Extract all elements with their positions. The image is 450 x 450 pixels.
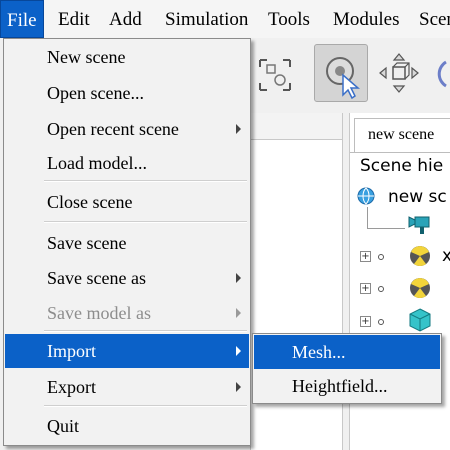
tab-divider: [350, 152, 450, 153]
submenu-arrow-icon: [236, 273, 241, 283]
visibility-dot[interactable]: [378, 286, 384, 292]
fit-view-button[interactable]: [248, 44, 302, 102]
submenu-item-heightfield[interactable]: Heightfield...: [254, 369, 440, 403]
visibility-dot[interactable]: [378, 254, 384, 260]
menu-simulation[interactable]: Simulation: [159, 0, 254, 38]
object-sphere-icon[interactable]: [408, 276, 432, 300]
menu-item-save-scene-as[interactable]: Save scene as: [5, 261, 249, 295]
menu-item-label: Load model...: [47, 153, 147, 173]
menu-item-label: New scene: [47, 47, 126, 67]
submenu-arrow-icon: [236, 308, 241, 318]
viewport-header: [250, 113, 342, 140]
camera-icon[interactable]: [407, 214, 431, 236]
submenu-item-mesh[interactable]: Mesh...: [254, 335, 440, 369]
tree-expander[interactable]: +: [360, 283, 371, 294]
tree-connector: [367, 228, 405, 229]
menu-item-label: Save scene: [47, 233, 127, 253]
menu-item-quit[interactable]: Quit: [5, 409, 249, 443]
rotate-object-icon: [437, 60, 447, 88]
submenu-arrow-icon: [236, 346, 241, 356]
select-button[interactable]: [314, 44, 368, 102]
menu-item-save-model-as: Save model as: [5, 296, 249, 330]
select-cursor-icon: [326, 57, 361, 100]
menu-item-new-scene[interactable]: New scene: [5, 40, 249, 74]
tree-expander[interactable]: +: [360, 251, 371, 262]
submenu-arrow-icon: [236, 124, 241, 134]
menu-item-label: Open recent scene: [47, 119, 179, 139]
tree-row-trailing: x: [442, 246, 450, 266]
submenu-item-label: Mesh...: [292, 342, 346, 362]
scene-hierarchy-label: Scene hie: [360, 156, 444, 176]
menu-item-open-scene[interactable]: Open scene...: [5, 76, 249, 110]
menu-separator: [44, 330, 247, 332]
tree-expander[interactable]: +: [360, 316, 371, 327]
tab-new-scene[interactable]: new scene: [354, 118, 450, 152]
menu-add[interactable]: Add: [103, 0, 148, 38]
menu-item-label: Close scene: [47, 192, 133, 212]
tree-root-label[interactable]: new sc: [388, 184, 447, 210]
tree-connector: [367, 207, 368, 229]
file-menu: New scene Open scene... Open recent scen…: [3, 38, 251, 446]
rotate-button[interactable]: [430, 44, 450, 102]
submenu-item-label: Heightfield...: [292, 376, 388, 396]
menu-item-label: Import: [47, 341, 96, 361]
menu-separator: [44, 405, 247, 407]
move-object-icon: [379, 53, 419, 93]
globe-icon: [357, 187, 375, 205]
object-cube-icon[interactable]: [408, 307, 432, 333]
object-sphere-icon[interactable]: [408, 244, 432, 268]
menu-edit[interactable]: Edit: [52, 0, 96, 38]
menu-item-label: Open scene...: [47, 83, 144, 103]
menu-scene[interactable]: Scen: [413, 0, 450, 38]
menu-item-open-recent-scene[interactable]: Open recent scene: [5, 112, 249, 146]
fit-view-icon: [259, 59, 291, 91]
import-submenu: Mesh... Heightfield...: [252, 333, 442, 404]
submenu-arrow-icon: [236, 382, 241, 392]
menu-item-close-scene[interactable]: Close scene: [5, 185, 249, 219]
menu-separator: [44, 221, 247, 223]
menu-item-export[interactable]: Export: [5, 370, 249, 404]
menu-item-save-scene[interactable]: Save scene: [5, 226, 249, 260]
menu-bar: File Edit Add Simulation Tools Modules S…: [0, 0, 450, 39]
menu-file[interactable]: File: [0, 0, 44, 38]
menu-item-label: Save model as: [47, 303, 151, 323]
menu-separator: [44, 180, 247, 182]
menu-item-label: Quit: [47, 416, 80, 436]
menu-modules[interactable]: Modules: [327, 0, 406, 38]
menu-item-label: Export: [47, 377, 96, 397]
menu-item-load-model[interactable]: Load model...: [5, 146, 249, 180]
menu-item-label: Save scene as: [47, 268, 146, 288]
move-button[interactable]: [372, 44, 426, 102]
menu-tools[interactable]: Tools: [262, 0, 316, 38]
visibility-dot[interactable]: [378, 319, 384, 325]
menu-item-import[interactable]: Import: [5, 334, 249, 368]
